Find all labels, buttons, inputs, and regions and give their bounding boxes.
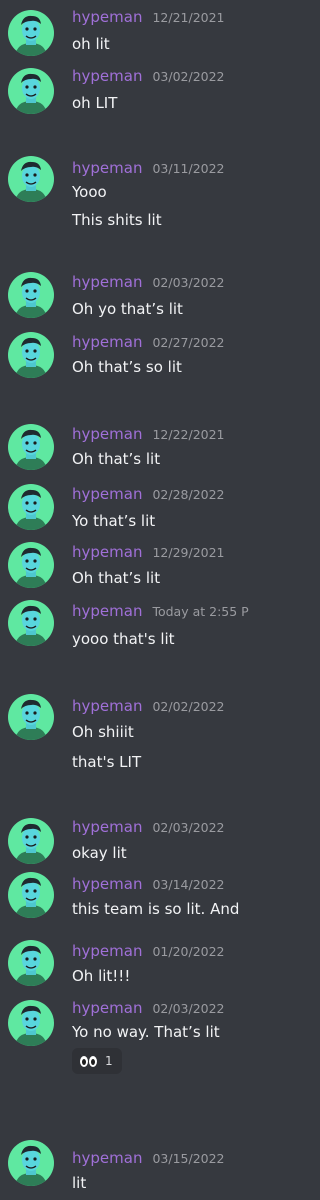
message-text: Yo that’s lit <box>72 512 156 530</box>
message-text: oh LIT <box>72 94 118 112</box>
username[interactable]: hypeman 12/22/2021 <box>72 427 225 442</box>
timestamp: 02/03/2022 <box>152 1001 225 1016</box>
message-text: Oh that’s lit <box>72 569 161 587</box>
avatar[interactable] <box>8 818 54 864</box>
avatar[interactable] <box>8 872 54 918</box>
message-text: This shits lit <box>72 211 162 229</box>
username[interactable]: hypeman 03/14/2022 <box>72 877 225 892</box>
timestamp: 03/11/2022 <box>152 161 225 176</box>
username[interactable]: hypeman 02/02/2022 <box>72 699 225 714</box>
timestamp: 02/28/2022 <box>152 487 225 502</box>
avatar[interactable] <box>8 68 54 114</box>
message-text: Oh that’s lit <box>72 450 161 468</box>
username[interactable]: hypeman 02/27/2022 <box>72 335 225 350</box>
username[interactable]: hypeman 12/21/2021 <box>72 10 225 25</box>
timestamp: 01/20/2022 <box>152 944 225 959</box>
message-text: oh lit <box>72 35 110 53</box>
username[interactable]: hypeman 03/11/2022 <box>72 161 225 176</box>
avatar[interactable] <box>8 600 54 646</box>
message-text: that's LIT <box>72 753 142 771</box>
message-text: Oh shiiit <box>72 723 134 741</box>
timestamp: 02/03/2022 <box>152 820 225 835</box>
username[interactable]: hypeman 02/03/2022 <box>72 275 225 290</box>
avatar[interactable] <box>8 10 54 56</box>
username[interactable]: hypeman 03/02/2022 <box>72 69 225 84</box>
timestamp: 12/29/2021 <box>152 545 225 560</box>
avatar[interactable] <box>8 272 54 318</box>
message-text: yooo that's lit <box>72 630 175 648</box>
username[interactable]: hypeman Today at 2:55 P <box>72 604 249 619</box>
reaction-count: 1 <box>105 1054 113 1068</box>
message-text: Yooo <box>72 183 107 201</box>
username[interactable]: hypeman 02/03/2022 <box>72 1001 225 1016</box>
message-text: Yo no way. That’s lit <box>72 1023 220 1041</box>
reaction-button[interactable]: 1 <box>72 1048 122 1074</box>
timestamp: 03/15/2022 <box>152 1151 225 1166</box>
timestamp: 02/03/2022 <box>152 275 225 290</box>
message-text: okay lit <box>72 844 127 862</box>
message: hypeman 03/15/2022 lit <box>0 0 242 1191</box>
avatar[interactable] <box>8 424 54 470</box>
avatar[interactable] <box>8 542 54 588</box>
avatar[interactable] <box>8 1000 54 1046</box>
username[interactable]: hypeman 02/03/2022 <box>72 820 225 835</box>
avatar[interactable] <box>8 940 54 986</box>
message-text: Oh that’s so lit <box>72 358 182 376</box>
timestamp: Today at 2:55 P <box>152 604 249 619</box>
timestamp: 02/27/2022 <box>152 335 225 350</box>
avatar[interactable] <box>8 484 54 530</box>
avatar[interactable] <box>8 156 54 202</box>
timestamp: 02/02/2022 <box>152 699 225 714</box>
message-text: lit <box>72 1174 87 1192</box>
username[interactable]: hypeman 02/28/2022 <box>72 487 225 502</box>
timestamp: 03/14/2022 <box>152 877 225 892</box>
eyes-emoji-icon <box>80 1055 97 1067</box>
timestamp: 12/22/2021 <box>152 427 225 442</box>
message-text: this team is so lit. And <box>72 900 240 918</box>
message-text: Oh yo that’s lit <box>72 300 183 318</box>
avatar[interactable] <box>8 332 54 378</box>
avatar[interactable] <box>8 694 54 740</box>
username[interactable]: hypeman 12/29/2021 <box>72 545 225 560</box>
message-text: Oh lit!!! <box>72 967 131 985</box>
timestamp: 03/02/2022 <box>152 69 225 84</box>
username[interactable]: hypeman 01/20/2022 <box>72 944 225 959</box>
avatar[interactable] <box>8 1140 54 1186</box>
username[interactable]: hypeman 03/15/2022 <box>72 1151 225 1166</box>
timestamp: 12/21/2021 <box>152 10 225 25</box>
